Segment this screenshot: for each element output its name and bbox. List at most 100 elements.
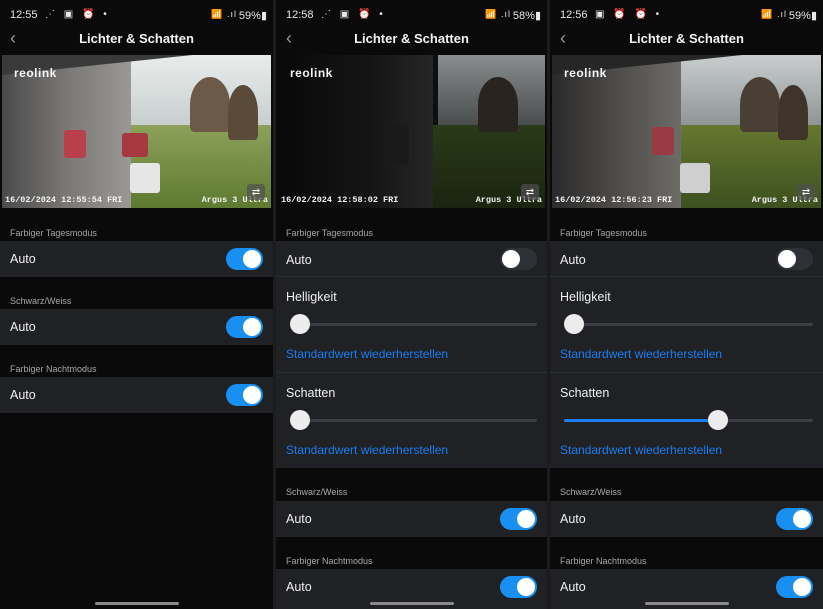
shadow-label: Schatten [286,386,336,400]
brightness-slider-thumb[interactable] [290,314,310,334]
day-auto-toggle[interactable] [226,248,263,270]
row-divider [550,372,823,373]
battery-level: 58%▮ [512,10,541,22]
night-auto-label: Auto [286,580,312,594]
section-header-day: Farbiger Tagesmodus [560,228,647,238]
night-auto-label: Auto [10,388,36,402]
row-divider [550,276,823,277]
day-auto-label: Auto [10,252,36,266]
shadow-slider[interactable] [564,410,813,430]
day-auto-toggle[interactable] [776,248,813,270]
camera-preview: reolink 16/02/2024 12:58:02 FRI Argus 3 … [278,55,545,208]
chair [383,125,409,165]
shadow-reset-link[interactable]: Standardwert wiederherstellen [286,443,448,457]
bw-auto-row[interactable]: Auto [0,309,273,345]
night-auto-row[interactable]: Auto [0,377,273,413]
tree [777,85,808,140]
brightness-slider-thumb[interactable] [564,314,584,334]
chair [652,127,674,155]
bw-auto-row[interactable]: Auto [550,501,823,537]
day-auto-label: Auto [560,253,586,267]
signal-icon: 📶 .ıl [485,9,511,19]
bw-auto-row[interactable]: Auto [276,501,547,537]
page-title: Lichter & Schatten [629,31,744,46]
app-header: ‹ Lichter & Schatten [276,28,547,50]
status-time: 12:55 [10,9,38,21]
chair [122,133,148,157]
camera-switch-icon[interactable]: ⇄ [797,184,815,200]
status-time: 12:58 [286,9,314,21]
shadow-reset-link[interactable]: Standardwert wiederherstellen [560,443,722,457]
status-bar: 12:58 ⋰ ▣ ⏰ • 📶 .ıl 58%▮ [276,0,547,30]
tree [740,77,781,132]
section-header-bw: Schwarz/Weiss [560,487,622,497]
shadow-slider-thumb[interactable] [708,410,729,430]
notification-icons: ⋰ ▣ ⏰ • [45,9,110,20]
battery-level: 59%▮ [788,10,817,22]
brightness-label: Helligkeit [286,290,337,304]
section-header-night: Farbiger Nachtmodus [10,364,97,374]
screen-3: 12:56 ▣ ⏰ ⏰ • 📶 .ıl 59%▮ ‹ Lichter & Sch… [550,0,823,609]
brightness-slider[interactable] [290,314,537,334]
bw-auto-label: Auto [286,512,312,526]
section-header-day: Farbiger Tagesmodus [10,228,97,238]
status-time: 12:56 [560,9,588,21]
section-header-bw: Schwarz/Weiss [286,487,348,497]
day-settings-group: Auto Helligkeit Standardwert wiederherst… [550,241,823,468]
notification-icons: ⋰ ▣ ⏰ • [321,9,386,20]
bw-auto-toggle[interactable] [226,316,263,338]
bw-auto-label: Auto [10,320,36,334]
camera-preview: reolink 16/02/2024 12:55:54 FRI Argus 3 … [2,55,271,208]
status-bar: 12:56 ▣ ⏰ ⏰ • 📶 .ıl 59%▮ [550,0,823,30]
shadow-slider[interactable] [290,410,537,430]
screen-2: 12:58 ⋰ ▣ ⏰ • 📶 .ıl 58%▮ ‹ Lichter & Sch… [276,0,547,609]
app-header: ‹ Lichter & Schatten [550,28,823,50]
section-header-night: Farbiger Nachtmodus [286,556,373,566]
signal-icon: 📶 .ıl [211,9,237,19]
night-auto-toggle[interactable] [776,576,813,598]
camera-timestamp: 16/02/2024 12:55:54 FRI [5,195,123,205]
tree [190,77,231,132]
camera-switch-icon[interactable]: ⇄ [521,184,539,200]
bw-auto-toggle[interactable] [776,508,813,530]
section-header-night: Farbiger Nachtmodus [560,556,647,566]
notification-icons: ▣ ⏰ ⏰ • [595,9,663,20]
brightness-reset-link[interactable]: Standardwert wiederherstellen [286,347,448,361]
section-header-bw: Schwarz/Weiss [10,296,72,306]
reolink-logo: reolink [564,66,607,80]
chair [130,163,160,193]
tree [478,77,519,132]
bw-auto-toggle[interactable] [500,508,537,530]
row-divider [276,276,547,277]
night-auto-toggle[interactable] [226,384,263,406]
brightness-reset-link[interactable]: Standardwert wiederherstellen [560,347,722,361]
camera-timestamp: 16/02/2024 12:56:23 FRI [555,195,673,205]
battery-level: 59%▮ [238,10,267,22]
camera-switch-icon[interactable]: ⇄ [247,184,265,200]
page-title: Lichter & Schatten [354,31,469,46]
screen-1: 12:55 ⋰ ▣ ⏰ • 📶 .ıl 59%▮ ‹ Lichter & Sch… [0,0,273,609]
reolink-logo: reolink [290,66,333,80]
night-auto-label: Auto [560,580,586,594]
day-auto-toggle[interactable] [500,248,537,270]
bw-auto-label: Auto [560,512,586,526]
home-indicator[interactable] [94,602,179,605]
reolink-logo: reolink [14,66,57,80]
app-header: ‹ Lichter & Schatten [0,28,273,50]
night-auto-toggle[interactable] [500,576,537,598]
chair [64,130,86,158]
brightness-slider[interactable] [564,314,813,334]
page-title: Lichter & Schatten [79,31,194,46]
section-header-day: Farbiger Tagesmodus [286,228,373,238]
brightness-label: Helligkeit [560,290,611,304]
signal-icon: 📶 .ıl [761,9,787,19]
home-indicator[interactable] [644,602,729,605]
day-auto-row[interactable]: Auto [0,241,273,277]
day-settings-group: Auto Helligkeit Standardwert wiederherst… [276,241,547,468]
home-indicator[interactable] [369,602,454,605]
chair [680,163,710,193]
day-auto-label: Auto [286,253,312,267]
camera-preview: reolink 16/02/2024 12:56:23 FRI Argus 3 … [552,55,821,208]
status-bar: 12:55 ⋰ ▣ ⏰ • 📶 .ıl 59%▮ [0,0,273,30]
shadow-slider-thumb[interactable] [290,410,310,430]
